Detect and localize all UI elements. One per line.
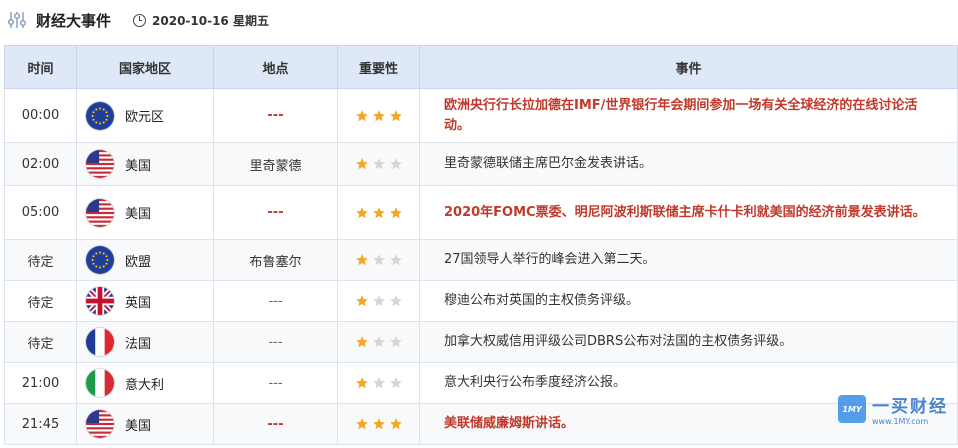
table-row: 21:00 意大利 --- 意大利央行公布季度经济公报。 xyxy=(4,362,958,404)
importance-cell xyxy=(337,362,420,404)
country-cell: 欧元区 xyxy=(76,88,214,143)
importance-stars-icon xyxy=(338,335,419,349)
flag-us-icon xyxy=(85,409,115,439)
importance-stars-icon xyxy=(338,417,419,431)
time-cell: 待定 xyxy=(4,239,77,281)
flag-us-icon xyxy=(85,197,115,228)
time-cell: 待定 xyxy=(4,321,77,363)
importance-stars-icon xyxy=(338,376,419,390)
country-name: 欧盟 xyxy=(125,254,152,270)
country-cell: 美国 xyxy=(76,142,214,186)
importance-cell xyxy=(337,185,420,240)
country-name: 美国 xyxy=(125,158,152,174)
time-cell: 05:00 xyxy=(4,185,77,240)
watermark-url: www.1MY.com xyxy=(872,417,929,426)
watermark-logo-icon: 1MY xyxy=(838,395,866,423)
col-header-event: 事件 xyxy=(419,45,958,89)
table-row: 00:00 欧元区 --- 欧洲央行行长拉加德在IMF/世界银行年会期间参加一场有关全… xyxy=(4,88,958,143)
date-label: 2020-10-16 星期五 xyxy=(152,13,269,28)
country-name: 欧元区 xyxy=(125,110,165,125)
importance-stars-icon xyxy=(338,157,419,171)
importance-cell xyxy=(337,321,420,363)
country-name: 法国 xyxy=(125,336,152,352)
location-cell: 布鲁塞尔 xyxy=(213,239,338,281)
watermark: 1MY 一买财经 www.1MY.com xyxy=(838,392,948,426)
time-cell: 21:45 xyxy=(4,403,77,445)
event-cell: 加拿大权威信用评级公司DBRS公布对法国的主权债务评级。 xyxy=(419,321,958,363)
location-cell: --- xyxy=(213,280,338,322)
location-cell: --- xyxy=(213,88,338,143)
country-cell: 欧盟 xyxy=(76,239,214,281)
location-cell: --- xyxy=(213,362,338,404)
col-header-importance: 重要性 xyxy=(337,45,420,89)
importance-stars-icon xyxy=(338,253,419,267)
watermark-name: 一买财经 xyxy=(872,397,948,417)
table-row: 待定 英国 --- 穆迪公布对英国的主权债务评级。 xyxy=(4,280,958,322)
flag-eu-icon xyxy=(85,245,115,275)
event-cell: 穆迪公布对英国的主权债务评级。 xyxy=(419,280,958,322)
table-row: 02:00 美国 里奇蒙德 里奇蒙德联储主席巴尔金发表讲话。 xyxy=(4,142,958,186)
importance-stars-icon xyxy=(338,206,419,220)
country-cell: 意大利 xyxy=(76,362,214,404)
importance-cell xyxy=(337,280,420,322)
country-cell: 英国 xyxy=(76,280,214,322)
page-header: 财经大事件 2020-10-16 星期五 xyxy=(0,0,958,40)
time-cell: 21:00 xyxy=(4,362,77,404)
time-cell: 02:00 xyxy=(4,142,77,186)
table-header-row: 时间 国家地区 地点 重要性 事件 xyxy=(4,45,958,89)
events-table: 时间 国家地区 地点 重要性 事件 00:00 欧元区 --- 欧洲央行行长拉加德在I… xyxy=(4,45,958,445)
location-cell: --- xyxy=(213,403,338,445)
flag-us-icon xyxy=(85,149,115,179)
table-row: 待定 法国 --- 加拿大权威信用评级公司DBRS公布对法国的主权债务评级。 xyxy=(4,321,958,363)
clock-icon xyxy=(133,13,147,27)
event-cell: 27国领导人举行的峰会进入第二天。 xyxy=(419,239,958,281)
event-cell: 2020年FOMC票委、明尼阿波利斯联储主席卡什卡利就美国的经济前景发表讲话。 xyxy=(419,185,958,240)
event-cell: 里奇蒙德联储主席巴尔金发表讲话。 xyxy=(419,142,958,186)
table-row: 待定 欧盟 布鲁塞尔 27国领导人举行的峰会进入第二天。 xyxy=(4,239,958,281)
col-header-country: 国家地区 xyxy=(76,45,214,89)
importance-stars-icon xyxy=(338,294,419,308)
col-header-time: 时间 xyxy=(4,45,77,89)
importance-cell xyxy=(337,88,420,143)
country-cell: 美国 xyxy=(76,403,214,445)
location-cell: 里奇蒙德 xyxy=(213,142,338,186)
page-title: 财经大事件 xyxy=(36,11,112,30)
time-cell: 00:00 xyxy=(4,88,77,143)
flag-uk-icon xyxy=(85,286,115,316)
importance-cell xyxy=(337,239,420,281)
sliders-icon xyxy=(7,12,27,28)
importance-stars-icon xyxy=(338,109,419,123)
table-row: 21:45 美国 --- 美联储威廉姆斯讲话。 xyxy=(4,403,958,445)
country-cell: 美国 xyxy=(76,185,214,240)
location-cell: --- xyxy=(213,321,338,363)
country-name: 美国 xyxy=(125,207,152,222)
importance-cell xyxy=(337,403,420,445)
event-cell: 欧洲央行行长拉加德在IMF/世界银行年会期间参加一场有关全球经济的在线讨论活动。 xyxy=(419,88,958,143)
country-cell: 法国 xyxy=(76,321,214,363)
flag-fr-icon xyxy=(85,327,115,357)
country-name: 美国 xyxy=(125,418,152,434)
country-name: 英国 xyxy=(125,295,152,311)
table-row: 05:00 美国 --- 2020年FOMC票委、明尼阿波利斯联储主席卡什卡利就美国的… xyxy=(4,185,958,240)
time-cell: 待定 xyxy=(4,280,77,322)
country-name: 意大利 xyxy=(125,377,165,393)
flag-eu-icon xyxy=(85,100,115,131)
flag-it-icon xyxy=(85,368,115,398)
importance-cell xyxy=(337,142,420,186)
col-header-location: 地点 xyxy=(213,45,338,89)
location-cell: --- xyxy=(213,185,338,240)
